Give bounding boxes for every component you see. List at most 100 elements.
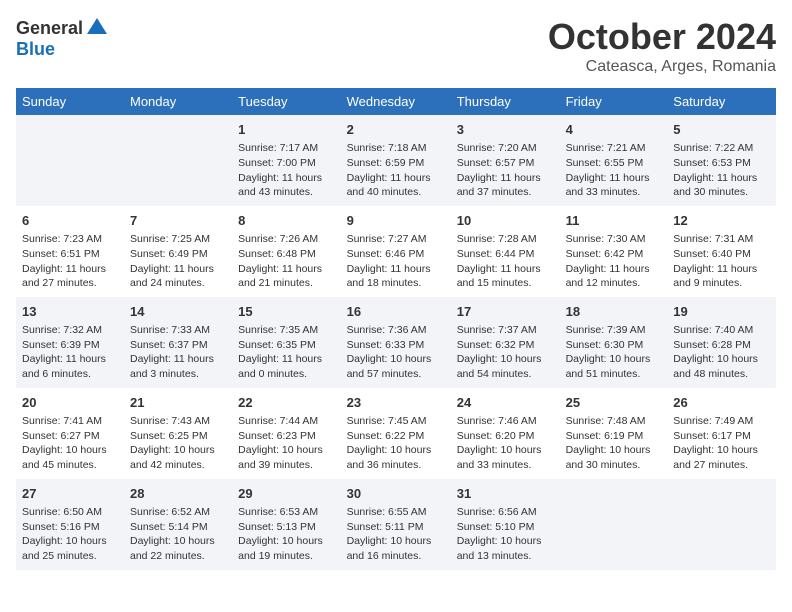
day-info: Daylight: 11 hours and 21 minutes. bbox=[238, 262, 334, 291]
page-header: General Blue October 2024 Cateasca, Arge… bbox=[16, 16, 776, 76]
day-info: Sunrise: 7:20 AM bbox=[457, 141, 554, 156]
day-info: Sunrise: 6:52 AM bbox=[130, 505, 226, 520]
day-info: Daylight: 11 hours and 43 minutes. bbox=[238, 171, 334, 200]
day-info: Sunset: 6:55 PM bbox=[566, 156, 662, 171]
day-info: Daylight: 11 hours and 18 minutes. bbox=[347, 262, 445, 291]
day-info: Sunset: 5:13 PM bbox=[238, 520, 334, 535]
day-number: 17 bbox=[457, 303, 554, 321]
calendar-cell: 31Sunrise: 6:56 AMSunset: 5:10 PMDayligh… bbox=[451, 479, 560, 570]
day-info: Sunrise: 6:55 AM bbox=[347, 505, 445, 520]
day-info: Sunrise: 7:32 AM bbox=[22, 323, 118, 338]
calendar-cell: 14Sunrise: 7:33 AMSunset: 6:37 PMDayligh… bbox=[124, 297, 232, 388]
day-number: 3 bbox=[457, 121, 554, 139]
calendar-cell bbox=[560, 479, 668, 570]
day-info: Sunset: 5:14 PM bbox=[130, 520, 226, 535]
day-info: Sunrise: 7:28 AM bbox=[457, 232, 554, 247]
day-number: 27 bbox=[22, 485, 118, 503]
day-number: 10 bbox=[457, 212, 554, 230]
calendar-week-row: 6Sunrise: 7:23 AMSunset: 6:51 PMDaylight… bbox=[16, 206, 776, 297]
day-info: Daylight: 10 hours and 22 minutes. bbox=[130, 534, 226, 563]
calendar-cell: 4Sunrise: 7:21 AMSunset: 6:55 PMDaylight… bbox=[560, 115, 668, 206]
day-info: Sunset: 6:57 PM bbox=[457, 156, 554, 171]
day-info: Sunrise: 7:37 AM bbox=[457, 323, 554, 338]
weekday-header: Sunday bbox=[16, 88, 124, 115]
calendar-cell: 15Sunrise: 7:35 AMSunset: 6:35 PMDayligh… bbox=[232, 297, 340, 388]
calendar-cell: 27 Sunrise: 6:50 AMSunset: 5:16 PMDayligh… bbox=[16, 479, 124, 570]
calendar-cell: 11Sunrise: 7:30 AMSunset: 6:42 PMDayligh… bbox=[560, 206, 668, 297]
day-number: 19 bbox=[673, 303, 770, 321]
day-info: Sunrise: 7:36 AM bbox=[347, 323, 445, 338]
day-info: Sunset: 6:46 PM bbox=[347, 247, 445, 262]
calendar-cell: 29Sunrise: 6:53 AMSunset: 5:13 PMDayligh… bbox=[232, 479, 340, 570]
calendar-cell: 16Sunrise: 7:36 AMSunset: 6:33 PMDayligh… bbox=[341, 297, 451, 388]
day-number: 12 bbox=[673, 212, 770, 230]
day-info: Daylight: 11 hours and 27 minutes. bbox=[22, 262, 118, 291]
day-info: Daylight: 11 hours and 24 minutes. bbox=[130, 262, 226, 291]
logo: General Blue bbox=[16, 16, 109, 60]
day-number: 29 bbox=[238, 485, 334, 503]
day-info: Sunrise: 7:17 AM bbox=[238, 141, 334, 156]
day-number: 28 bbox=[130, 485, 226, 503]
day-info: Sunset: 6:53 PM bbox=[673, 156, 770, 171]
day-number: 21 bbox=[130, 394, 226, 412]
day-number: 31 bbox=[457, 485, 554, 503]
day-number: 20 bbox=[22, 394, 118, 412]
calendar-table: SundayMondayTuesdayWednesdayThursdayFrid… bbox=[16, 88, 776, 570]
day-info: Daylight: 10 hours and 19 minutes. bbox=[238, 534, 334, 563]
day-info: Sunrise: 7:26 AM bbox=[238, 232, 334, 247]
logo-general: General bbox=[16, 19, 83, 37]
day-info: Sunrise: 7:45 AM bbox=[347, 414, 445, 429]
day-info: Daylight: 11 hours and 37 minutes. bbox=[457, 171, 554, 200]
day-info: Sunrise: 7:22 AM bbox=[673, 141, 770, 156]
title-block: October 2024 Cateasca, Arges, Romania bbox=[548, 16, 776, 76]
calendar-cell: 21Sunrise: 7:43 AMSunset: 6:25 PMDayligh… bbox=[124, 388, 232, 479]
day-number: 25 bbox=[566, 394, 662, 412]
day-info: Sunrise: 7:33 AM bbox=[130, 323, 226, 338]
calendar-cell: 2Sunrise: 7:18 AMSunset: 6:59 PMDaylight… bbox=[341, 115, 451, 206]
day-number: 8 bbox=[238, 212, 334, 230]
calendar-header-row: SundayMondayTuesdayWednesdayThursdayFrid… bbox=[16, 88, 776, 115]
day-info: Sunset: 6:28 PM bbox=[673, 338, 770, 353]
calendar-cell: 19Sunrise: 7:40 AMSunset: 6:28 PMDayligh… bbox=[667, 297, 776, 388]
day-info: Daylight: 11 hours and 3 minutes. bbox=[130, 352, 226, 381]
day-info: Daylight: 10 hours and 30 minutes. bbox=[566, 443, 662, 472]
day-info: Sunset: 6:19 PM bbox=[566, 429, 662, 444]
day-info: Daylight: 10 hours and 36 minutes. bbox=[347, 443, 445, 472]
day-number: 13 bbox=[22, 303, 118, 321]
day-info: Daylight: 10 hours and 57 minutes. bbox=[347, 352, 445, 381]
day-info: Daylight: 11 hours and 30 minutes. bbox=[673, 171, 770, 200]
day-number: 14 bbox=[130, 303, 226, 321]
day-info: Sunrise: 7:46 AM bbox=[457, 414, 554, 429]
day-info: Daylight: 10 hours and 13 minutes. bbox=[457, 534, 554, 563]
day-info: Sunrise: 6:50 AM bbox=[22, 505, 118, 520]
day-info: Daylight: 11 hours and 6 minutes. bbox=[22, 352, 118, 381]
day-info: Daylight: 11 hours and 40 minutes. bbox=[347, 171, 445, 200]
day-info: Sunrise: 7:30 AM bbox=[566, 232, 662, 247]
day-info: Daylight: 10 hours and 25 minutes. bbox=[22, 534, 118, 563]
day-info: Daylight: 11 hours and 12 minutes. bbox=[566, 262, 662, 291]
day-info: Sunset: 6:59 PM bbox=[347, 156, 445, 171]
calendar-cell: 20Sunrise: 7:41 AMSunset: 6:27 PMDayligh… bbox=[16, 388, 124, 479]
day-info: Sunrise: 7:49 AM bbox=[673, 414, 770, 429]
day-number: 9 bbox=[347, 212, 445, 230]
day-info: Daylight: 10 hours and 16 minutes. bbox=[347, 534, 445, 563]
weekday-header: Tuesday bbox=[232, 88, 340, 115]
calendar-cell bbox=[667, 479, 776, 570]
day-info: Sunset: 5:16 PM bbox=[22, 520, 118, 535]
day-info: Sunrise: 7:48 AM bbox=[566, 414, 662, 429]
day-info: Sunset: 6:51 PM bbox=[22, 247, 118, 262]
logo-icon bbox=[85, 16, 109, 40]
day-info: Sunset: 6:25 PM bbox=[130, 429, 226, 444]
calendar-cell: 3 Sunrise: 7:20 AMSunset: 6:57 PMDaylight… bbox=[451, 115, 560, 206]
day-info: Sunrise: 7:31 AM bbox=[673, 232, 770, 247]
calendar-cell: 23Sunrise: 7:45 AMSunset: 6:22 PMDayligh… bbox=[341, 388, 451, 479]
day-info: Daylight: 10 hours and 42 minutes. bbox=[130, 443, 226, 472]
calendar-cell: 5Sunrise: 7:22 AMSunset: 6:53 PMDaylight… bbox=[667, 115, 776, 206]
day-info: Sunset: 6:20 PM bbox=[457, 429, 554, 444]
calendar-cell: 6Sunrise: 7:23 AMSunset: 6:51 PMDaylight… bbox=[16, 206, 124, 297]
calendar-cell bbox=[124, 115, 232, 206]
day-info: Daylight: 10 hours and 51 minutes. bbox=[566, 352, 662, 381]
day-info: Sunset: 6:44 PM bbox=[457, 247, 554, 262]
calendar-cell: 26Sunrise: 7:49 AMSunset: 6:17 PMDayligh… bbox=[667, 388, 776, 479]
day-info: Sunset: 5:11 PM bbox=[347, 520, 445, 535]
